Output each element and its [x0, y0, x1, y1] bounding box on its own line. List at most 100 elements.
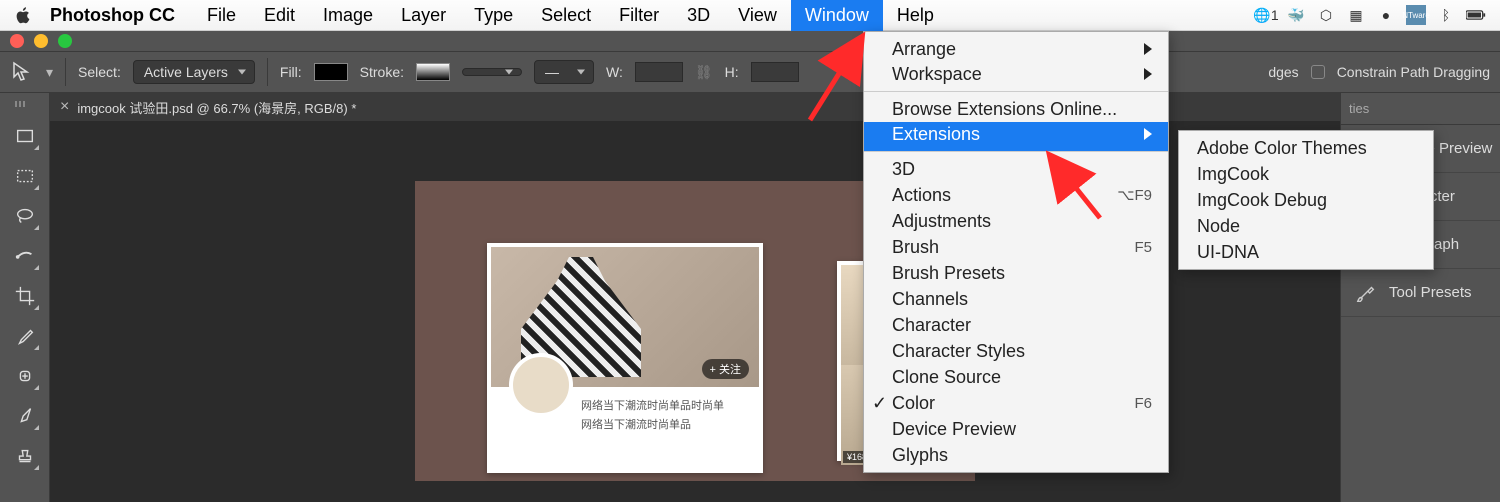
card-1-line-2: 网络当下潮流时尚单品	[581, 416, 755, 432]
crop-tool[interactable]	[10, 281, 40, 311]
menu-3d[interactable]: 3D	[673, 0, 724, 31]
constrain-checkbox[interactable]	[1311, 65, 1325, 79]
menu-item-actions[interactable]: Actions⌥F9	[864, 182, 1168, 208]
lasso-tool[interactable]	[10, 201, 40, 231]
menu-image[interactable]: Image	[309, 0, 387, 31]
menu-item-label: Actions	[892, 185, 951, 206]
battery-icon[interactable]	[1466, 5, 1486, 25]
menu-item-brush-presets[interactable]: Brush Presets	[864, 260, 1168, 286]
menu-item-color[interactable]: ✓ColorF6	[864, 390, 1168, 416]
menu-help[interactable]: Help	[883, 0, 948, 31]
menu-item-brush[interactable]: BrushF5	[864, 234, 1168, 260]
tool-chevron-icon[interactable]: ▾	[46, 64, 53, 81]
card-1: + 关注 网络当下潮流时尚单品时尚单 网络当下潮流时尚单品	[487, 243, 763, 473]
bluetooth-icon[interactable]: ᛒ	[1436, 5, 1456, 25]
stroke-swatch[interactable]	[416, 63, 450, 81]
menu-item-label: 3D	[892, 159, 915, 180]
docker-icon[interactable]: 🐳	[1286, 5, 1306, 25]
menu-item-adjustments[interactable]: Adjustments	[864, 208, 1168, 234]
panel-grip[interactable]	[15, 101, 35, 107]
options-bar: ▾ Select: Active Layers Fill: Stroke: — …	[0, 51, 1500, 93]
menu-item-label: Channels	[892, 289, 968, 310]
select-label: Select:	[78, 64, 121, 80]
menu-item-label: Brush Presets	[892, 263, 1005, 284]
menu-item-label: Arrange	[892, 39, 956, 60]
ntware-icon[interactable]: NTware	[1406, 5, 1426, 25]
healing-tool[interactable]	[10, 361, 40, 391]
link-icon[interactable]: ⛓	[695, 64, 713, 81]
menubar-status-area: 🌐1 🐳 ⬡ ▦ ● NTware ᛒ	[1256, 5, 1486, 25]
hat-icon[interactable]: ●	[1376, 5, 1396, 25]
zoom-window-button[interactable]	[58, 34, 72, 48]
card-1-body: 网络当下潮流时尚单品时尚单 网络当下潮流时尚单品	[491, 387, 759, 432]
menu-item-extensions[interactable]: Extensions	[864, 122, 1168, 152]
submenu-item-node[interactable]: Node	[1179, 213, 1433, 239]
close-tab-button[interactable]: ×	[60, 98, 69, 116]
extensions-submenu: Adobe Color ThemesImgCookImgCook DebugNo…	[1178, 130, 1434, 270]
panel-label: Tool Presets	[1389, 284, 1472, 301]
submenu-arrow-icon	[1144, 64, 1152, 85]
select-mode-dropdown[interactable]: Active Layers	[133, 60, 255, 84]
stamp-tool[interactable]	[10, 441, 40, 471]
menu-item-label: Clone Source	[892, 367, 1001, 388]
width-field[interactable]	[635, 62, 683, 82]
stroke-style-dropdown[interactable]: —	[534, 60, 594, 84]
menu-item-3d[interactable]: 3D	[864, 156, 1168, 182]
menu-edit[interactable]: Edit	[250, 0, 309, 31]
submenu-item-imgcook[interactable]: ImgCook	[1179, 161, 1433, 187]
minimize-window-button[interactable]	[34, 34, 48, 48]
menu-item-channels[interactable]: Channels	[864, 286, 1168, 312]
brush-tool[interactable]	[10, 241, 40, 271]
submenu-item-adobe-color-themes[interactable]: Adobe Color Themes	[1179, 135, 1433, 161]
panel-tab-partial[interactable]: ties	[1349, 101, 1369, 116]
shortcut-label: F5	[1134, 239, 1152, 256]
panel-tool-presets[interactable]: Tool Presets	[1341, 269, 1500, 317]
menu-item-label: Glyphs	[892, 445, 948, 466]
menu-window[interactable]: Window	[791, 0, 883, 31]
menu-item-label: Color	[892, 393, 935, 414]
menu-item-device-preview[interactable]: Device Preview	[864, 416, 1168, 442]
menu-item-workspace[interactable]: Workspace	[864, 62, 1168, 92]
grid-icon[interactable]: ▦	[1346, 5, 1366, 25]
submenu-item-imgcook-debug[interactable]: ImgCook Debug	[1179, 187, 1433, 213]
menu-filter[interactable]: Filter	[605, 0, 673, 31]
dges-label: dges	[1268, 64, 1298, 80]
menu-select[interactable]: Select	[527, 0, 605, 31]
menu-item-character-styles[interactable]: Character Styles	[864, 338, 1168, 364]
constrain-label: Constrain Path Dragging	[1337, 64, 1490, 80]
height-field[interactable]	[751, 62, 799, 82]
annotation-arrow-2	[1040, 148, 1120, 233]
menu-item-label: Character Styles	[892, 341, 1025, 362]
avatar	[509, 353, 573, 417]
menu-item-glyphs[interactable]: Glyphs	[864, 442, 1168, 468]
globe-icon[interactable]: 🌐1	[1256, 5, 1276, 25]
follow-button[interactable]: + 关注	[702, 359, 749, 379]
menu-layer[interactable]: Layer	[387, 0, 460, 31]
divider	[65, 58, 66, 86]
divider	[267, 58, 268, 86]
menu-file[interactable]: File	[193, 0, 250, 31]
stroke-width-dropdown[interactable]	[462, 68, 522, 76]
menu-item-clone-source[interactable]: Clone Source	[864, 364, 1168, 390]
tool-panel	[0, 93, 50, 502]
check-icon: ✓	[872, 393, 887, 414]
fill-swatch[interactable]	[314, 63, 348, 81]
menu-item-character[interactable]: Character	[864, 312, 1168, 338]
annotation-arrow-1	[800, 30, 880, 135]
menu-type[interactable]: Type	[460, 0, 527, 31]
document-tab-title[interactable]: imgcook 试验田.psd @ 66.7% (海景房, RGB/8) *	[77, 98, 356, 117]
card-1-line-1: 网络当下潮流时尚单品时尚单	[581, 397, 755, 413]
paint-brush-tool[interactable]	[10, 401, 40, 431]
marquee-tool[interactable]	[10, 161, 40, 191]
eyedropper-tool[interactable]	[10, 321, 40, 351]
window-menu-dropdown: ArrangeWorkspace Browse Extensions Online…	[863, 31, 1169, 473]
submenu-item-ui-dna[interactable]: UI-DNA	[1179, 239, 1433, 265]
panel-tab-row: ties	[1341, 93, 1500, 125]
menu-view[interactable]: View	[724, 0, 791, 31]
close-window-button[interactable]	[10, 34, 24, 48]
menu-item-arrange[interactable]: Arrange	[864, 36, 1168, 62]
hex-icon[interactable]: ⬡	[1316, 5, 1336, 25]
menu-item-browse-extensions-online-[interactable]: Browse Extensions Online...	[864, 96, 1168, 122]
rectangle-tool[interactable]	[10, 121, 40, 151]
fill-label: Fill:	[280, 64, 302, 80]
